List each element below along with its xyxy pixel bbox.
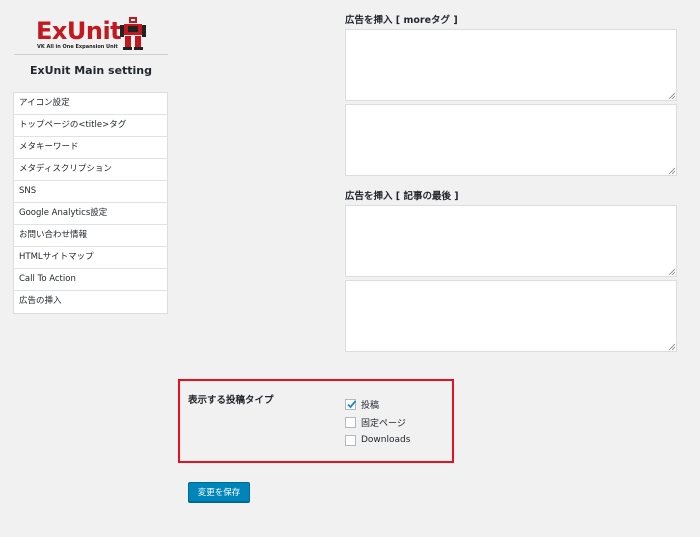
ad-more-tag-label: 広告を挿入 [ moreタグ ] [345,15,458,26]
logo-divider [14,54,168,55]
ad-end-of-post-label: 広告を挿入 [ 記事の最後 ] [345,191,459,202]
post-type-option-page[interactable]: 固定ページ [345,415,406,429]
settings-menu: アイコン設定 トップページの<title>タグ メタキーワード メタディスクリプ… [13,92,168,314]
downloads-checkbox[interactable] [345,434,356,446]
page-option-label: 固定ページ [361,418,406,429]
ad-end-textarea-1[interactable] [345,205,677,277]
menu-item-top-title-tag[interactable]: トップページの<title>タグ [14,115,167,137]
logo-tagline: VK All in One Expansion Unit [37,44,118,50]
checkmark-icon [347,399,357,408]
post-type-option-downloads[interactable]: Downloads [345,433,410,447]
page-checkbox[interactable] [345,416,356,428]
menu-item-google-analytics[interactable]: Google Analytics設定 [14,203,167,225]
post-type-option-post[interactable]: 投稿 [345,397,379,411]
downloads-option-label: Downloads [361,435,411,445]
sidebar-title: ExUnit Main setting [29,64,153,77]
menu-item-contact-info[interactable]: お問い合わせ情報 [14,225,167,247]
menu-item-sns[interactable]: SNS [14,181,167,203]
save-changes-button[interactable]: 変更を保存 [188,482,250,502]
logo-wordmark: ExUnit [36,17,122,45]
menu-item-call-to-action[interactable]: Call To Action [14,269,167,291]
menu-item-icon-settings[interactable]: アイコン設定 [14,93,167,115]
menu-item-ad-insert[interactable]: 広告の挿入 [14,291,167,313]
post-type-label: 表示する投稿タイプ [188,395,274,406]
post-option-label: 投稿 [361,400,380,411]
ad-more-textarea-2[interactable] [345,104,677,176]
ad-end-textarea-2[interactable] [345,280,677,352]
robot-mascot-icon [120,17,146,50]
menu-item-meta-keywords[interactable]: メタキーワード [14,137,167,159]
exunit-logo: ExUnit VK All in One Expansion Unit [36,16,148,52]
menu-item-html-sitemap[interactable]: HTMLサイトマップ [14,247,167,269]
ad-more-textarea-1[interactable] [345,29,677,101]
post-checkbox[interactable] [345,398,357,410]
menu-item-meta-description[interactable]: メタディスクリプション [14,159,167,181]
